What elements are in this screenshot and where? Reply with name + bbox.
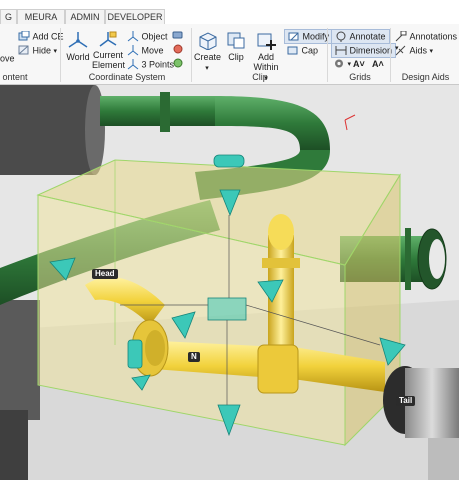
hide-icon bbox=[18, 45, 30, 56]
three-points-button[interactable]: 3 Points bbox=[127, 59, 174, 70]
clip-icon bbox=[227, 32, 245, 49]
grid-gear-icon bbox=[333, 58, 345, 69]
grid-settings-button[interactable]: ▾ bbox=[333, 58, 351, 70]
increase-font-icon: A˄ bbox=[372, 59, 384, 69]
dimension-label: Dimension bbox=[349, 45, 393, 56]
dimension-button[interactable]: Dimension bbox=[331, 43, 397, 59]
object-axes-icon bbox=[127, 31, 139, 42]
modify-label: Modify bbox=[302, 31, 330, 42]
aids-dropdown-icon: ▾ bbox=[429, 48, 434, 55]
world-label: World bbox=[66, 52, 90, 62]
current-element-label-1: Current bbox=[92, 50, 123, 60]
create-label: Create bbox=[194, 52, 222, 62]
add-ce-button[interactable]: Add CE bbox=[18, 30, 64, 42]
annotate-label: Annotate bbox=[349, 31, 386, 42]
handle-rotate-left bbox=[127, 339, 143, 369]
add-ce-label: Add CE bbox=[32, 31, 64, 42]
hide-button[interactable]: Hide ▾ bbox=[18, 45, 57, 57]
annotate-button[interactable]: Annotate bbox=[331, 29, 390, 45]
north-label: N bbox=[188, 352, 200, 362]
clip-button[interactable]: Clip bbox=[224, 30, 248, 62]
group-label-clip: Clip bbox=[252, 72, 268, 82]
center-cube bbox=[207, 297, 247, 321]
object-label: Object bbox=[141, 31, 168, 42]
dimension-icon bbox=[335, 45, 347, 56]
cap-label: Cap bbox=[301, 45, 319, 56]
grid-dropdown-icon: ▾ bbox=[347, 61, 352, 68]
group-label-content: ontent bbox=[2, 72, 28, 82]
tab-developer[interactable]: DEVELOPER bbox=[105, 9, 165, 25]
add-within-label-1: Add bbox=[257, 52, 274, 62]
add-within-label-2: Within bbox=[253, 62, 279, 72]
move-button[interactable]: Move bbox=[127, 45, 164, 56]
move-button-partial[interactable]: ove bbox=[0, 53, 15, 64]
group-label-coordinate-system: Coordinate System bbox=[88, 72, 166, 82]
add-ce-icon bbox=[18, 30, 30, 42]
cs-side-icons bbox=[172, 30, 184, 72]
separator bbox=[390, 28, 391, 82]
3d-viewport[interactable]: Head N Tail bbox=[0, 85, 459, 480]
increase-font-button[interactable]: A˄ bbox=[372, 59, 384, 69]
current-element-axes-icon bbox=[99, 31, 117, 47]
modify-icon bbox=[288, 31, 300, 42]
ribbon-tab-bar: G MEURA ADMIN DEVELOPER bbox=[0, 0, 459, 25]
aids-button[interactable]: Aids ▾ bbox=[395, 45, 433, 57]
clip-label: Clip bbox=[228, 52, 244, 62]
decrease-font-button[interactable]: A˅ bbox=[353, 59, 365, 69]
annotations-icon bbox=[395, 30, 407, 42]
modify-button[interactable]: Modify bbox=[284, 29, 334, 45]
tab-meura[interactable]: MEURA bbox=[17, 9, 65, 25]
ribbon: ove Add CE Hide ▾ ontent World Current E… bbox=[0, 24, 459, 85]
cap-button[interactable]: Cap bbox=[287, 45, 318, 56]
create-clip-button[interactable]: Create ▾ bbox=[194, 30, 222, 74]
separator bbox=[327, 28, 328, 82]
handle-top-cap bbox=[213, 154, 245, 168]
separator bbox=[191, 28, 192, 82]
move-cs-label: Move bbox=[141, 45, 164, 56]
aids-icon bbox=[395, 45, 407, 56]
decrease-font-icon: A˅ bbox=[353, 59, 365, 69]
world-button[interactable]: World bbox=[64, 30, 92, 62]
separator bbox=[60, 28, 61, 82]
current-element-label-2: Element bbox=[92, 60, 126, 70]
move-axes-icon bbox=[127, 45, 139, 56]
current-element-button[interactable]: Current Element bbox=[92, 30, 126, 70]
aids-label: Aids bbox=[409, 45, 428, 56]
three-points-label: 3 Points bbox=[141, 59, 175, 70]
world-axes-icon bbox=[68, 32, 88, 48]
group-label-design-aids: Design Aids bbox=[401, 72, 450, 82]
create-dropdown-icon: ▾ bbox=[205, 65, 209, 72]
3d-scene[interactable] bbox=[0, 85, 459, 480]
group-label-grids: Grids bbox=[349, 72, 371, 82]
create-box-icon bbox=[199, 32, 217, 50]
object-button[interactable]: Object bbox=[127, 31, 168, 42]
hide-dropdown-icon: ▾ bbox=[53, 48, 58, 55]
annotations-label: Annotations bbox=[409, 31, 458, 42]
tab-admin[interactable]: ADMIN bbox=[65, 9, 105, 25]
head-label: Head bbox=[92, 269, 118, 279]
hide-label: Hide bbox=[32, 45, 52, 56]
cap-icon bbox=[287, 45, 299, 56]
add-within-icon bbox=[257, 33, 276, 50]
move-label: ove bbox=[0, 53, 15, 64]
tab-g[interactable]: G bbox=[0, 9, 17, 25]
three-points-icon bbox=[127, 59, 139, 70]
annotate-icon bbox=[335, 31, 347, 43]
tail-label: Tail bbox=[396, 396, 416, 406]
